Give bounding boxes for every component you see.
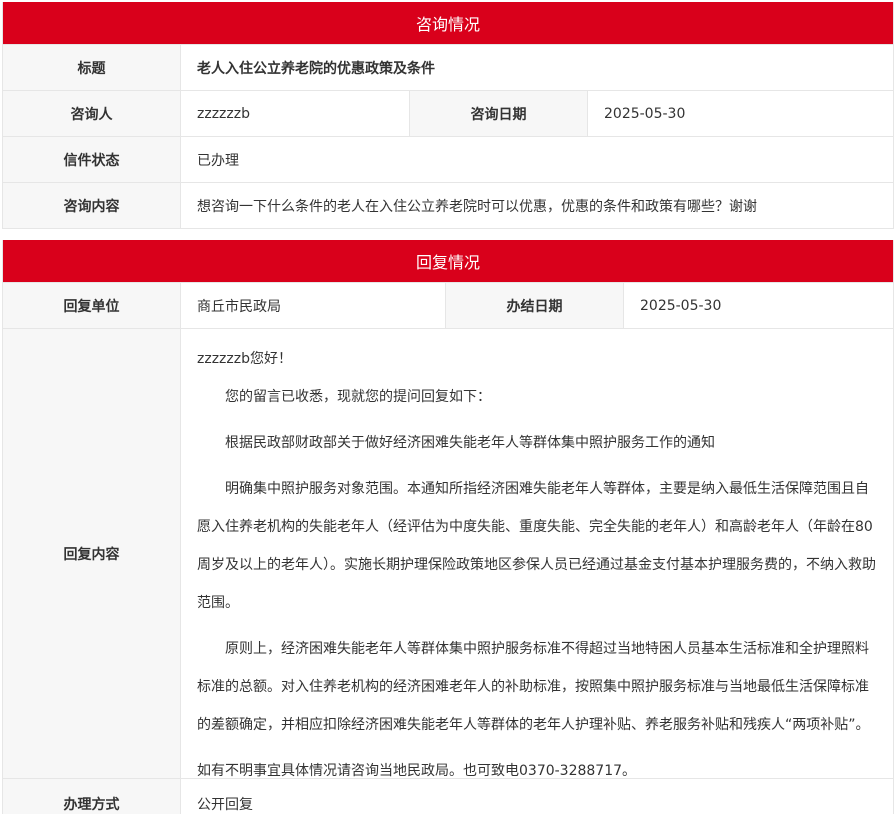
status-row: 信件状态 已办理 [3,136,893,182]
done-date-label: 办结日期 [446,283,624,328]
title-value: 老人入住公立养老院的优惠政策及条件 [181,45,893,90]
consult-panel: 咨询情况 标题 老人入住公立养老院的优惠政策及条件 咨询人 zzzzzzb 咨询… [2,2,894,229]
reply-paragraph: 根据民政部财政部关于做好经济困难失能老年人等群体集中照护服务工作的通知 [225,435,715,451]
reply-paragraph: 原则上，经济困难失能老年人等群体集中照护服务标准不得超过当地特困人员基本生活标准… [197,641,870,733]
status-value: 已办理 [181,137,893,182]
consult-header: 咨询情况 [3,2,893,44]
reply-text: zzzzzzb您好！ 您的留言已收悉，现就您的提问回复如下： 根据民政部财政部关… [197,345,879,790]
reply-greeting: zzzzzzb您好！ [197,351,292,367]
reply-panel: 回复情况 回复单位 商丘市民政局 办结日期 2025-05-30 回复内容 zz… [2,240,894,814]
reply-header: 回复情况 [3,240,893,282]
content-value: 想咨询一下什么条件的老人在入住公立养老院时可以优惠，优惠的条件和政策有哪些？谢谢 [181,183,893,228]
unit-row: 回复单位 商丘市民政局 办结日期 2025-05-30 [3,282,893,328]
status-label: 信件状态 [3,137,181,182]
method-value: 公开回复 [181,779,893,814]
unit-value: 商丘市民政局 [181,283,446,328]
person-label: 咨询人 [3,91,181,136]
reply-content-row: 回复内容 zzzzzzb您好！ 您的留言已收悉，现就您的提问回复如下： 根据民政… [3,328,893,779]
title-row: 标题 老人入住公立养老院的优惠政策及条件 [3,44,893,90]
done-date-value: 2025-05-30 [624,283,893,328]
reply-paragraph: 您的留言已收悉，现就您的提问回复如下： [225,389,491,405]
method-row: 办理方式 公开回复 [3,778,893,814]
content-row: 咨询内容 想咨询一下什么条件的老人在入住公立养老院时可以优惠，优惠的条件和政策有… [3,182,893,228]
date-label: 咨询日期 [410,91,588,136]
person-row: 咨询人 zzzzzzb 咨询日期 2025-05-30 [3,90,893,136]
reply-content-label: 回复内容 [3,329,181,778]
reply-content-body: zzzzzzb您好！ 您的留言已收悉，现就您的提问回复如下： 根据民政部财政部关… [181,329,893,779]
reply-paragraph: 明确集中照护服务对象范围。本通知所指经济困难失能老年人等群体，主要是纳入最低生活… [197,481,876,611]
date-value: 2025-05-30 [588,91,893,136]
content-label: 咨询内容 [3,183,181,228]
unit-label: 回复单位 [3,283,181,328]
method-label: 办理方式 [3,779,181,814]
person-value: zzzzzzb [181,91,410,136]
title-label: 标题 [3,45,181,90]
